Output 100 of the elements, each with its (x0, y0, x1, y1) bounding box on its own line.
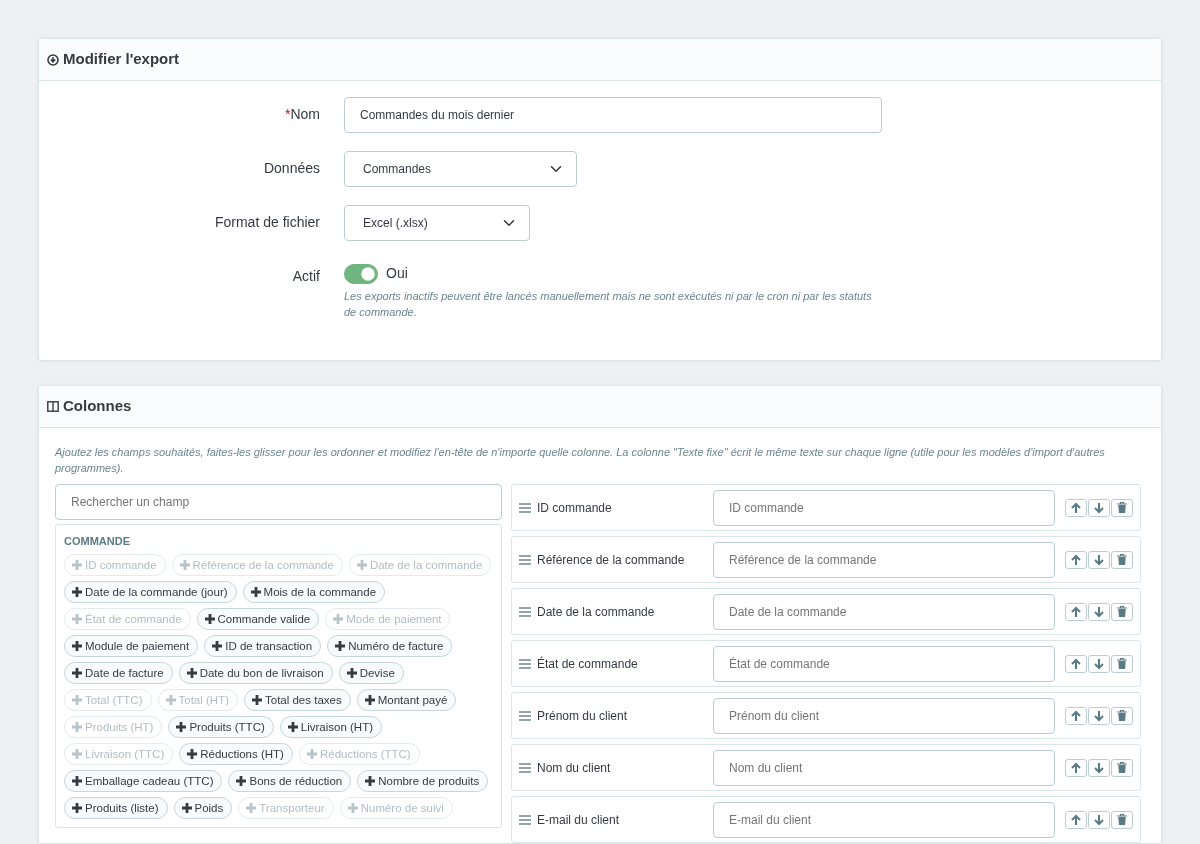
column-label: E-mail du client (537, 811, 621, 829)
move-up-button[interactable] (1065, 810, 1087, 829)
plus-icon (72, 559, 82, 570)
plus-icon (306, 748, 317, 759)
field-chip[interactable]: Commande valide (196, 607, 320, 630)
column-header-input[interactable]: Référence de la commande (713, 541, 1055, 578)
plus-icon (365, 775, 376, 786)
plus-icon (250, 586, 261, 597)
move-up-button[interactable] (1065, 498, 1087, 517)
column-label: ID commande (537, 499, 613, 517)
delete-button[interactable] (1111, 810, 1133, 829)
plus-icon (72, 721, 82, 732)
move-up-button[interactable] (1065, 706, 1087, 725)
delete-button[interactable] (1111, 498, 1133, 517)
plus-icon (246, 802, 257, 813)
delete-button[interactable] (1111, 602, 1133, 621)
field-chip[interactable]: Mois de la commande (242, 580, 386, 603)
plus-icon (287, 721, 298, 732)
search-field[interactable]: Rechercher un champ (55, 484, 502, 520)
column-header-input[interactable]: Date de la commande (713, 593, 1055, 630)
field-chip[interactable]: Nombre de produits (357, 769, 489, 792)
plus-icon (181, 802, 192, 813)
field-chip[interactable]: Numéro de facture (327, 634, 453, 657)
card-title: Modifier l'export (63, 49, 180, 70)
select-field[interactable]: Commandes (344, 151, 577, 187)
arrow-up-icon (1070, 553, 1082, 566)
move-down-button[interactable] (1088, 706, 1110, 725)
field-chip[interactable]: Réductions (HT) (179, 742, 293, 765)
move-down-button[interactable] (1088, 810, 1110, 829)
column-row[interactable]: E-mail du client E-mail du client (511, 796, 1141, 843)
field-label: Format de fichier (213, 213, 320, 232)
move-down-button[interactable] (1088, 498, 1110, 517)
field-chip[interactable]: Montant payé (356, 688, 457, 711)
drag-handle-icon (519, 710, 531, 721)
move-down-button[interactable] (1088, 550, 1110, 569)
plus-icon (72, 640, 82, 651)
arrow-down-icon (1093, 761, 1105, 774)
toggle-switch[interactable] (344, 263, 378, 284)
trash-icon (1117, 762, 1127, 773)
column-row[interactable]: Référence de la commande Référence de la commande (511, 536, 1141, 583)
description-text: Ajoutez les champs souhaités, faites-les glisser pour les ordonner et modifiez l'en-tête de n'importe quelle colonne. La colonne "Texte fixe" écrit le même texte sur chaque ligne (utile pour les modèles d'import d'autres programmes). (55, 445, 1106, 476)
move-up-button[interactable] (1065, 602, 1087, 621)
field-chip[interactable]: Date du bon de livraison (178, 661, 333, 684)
column-row[interactable]: Prénom du client Prénom du client (511, 692, 1141, 739)
help-text: Les exports inactifs peuvent être lancés manuellement mais ne sont exécutés ni par le cron ni par les statuts de commande. (344, 289, 873, 320)
column-header-input[interactable]: État de commande (713, 645, 1055, 682)
plus-icon (72, 694, 82, 705)
field-chip[interactable]: Date de la commande (jour) (64, 580, 237, 603)
plus-icon (72, 586, 82, 597)
plus-icon (252, 694, 262, 705)
trash-icon (1117, 710, 1127, 721)
column-row[interactable]: Nom du client Nom du client (511, 744, 1141, 791)
move-down-button[interactable] (1088, 758, 1110, 777)
move-up-button[interactable] (1065, 550, 1087, 569)
delete-button[interactable] (1111, 654, 1133, 673)
column-header-input[interactable]: ID commande (713, 489, 1055, 526)
download-icon (47, 53, 59, 66)
field-chip[interactable]: Date de facture (64, 661, 173, 684)
drag-handle-icon (519, 554, 531, 565)
plus-icon (72, 775, 82, 786)
drag-handle-icon (519, 502, 531, 513)
plus-icon (72, 667, 82, 678)
field-chip[interactable]: Bons de réduction (228, 769, 352, 792)
column-header-input[interactable]: Nom du client (713, 749, 1055, 786)
trash-icon (1117, 658, 1127, 669)
column-row[interactable]: État de commande État de commande (511, 640, 1141, 687)
move-down-button[interactable] (1088, 602, 1110, 621)
trash-icon (1117, 606, 1127, 617)
column-label: Nom du client (537, 759, 612, 777)
trash-icon (1117, 502, 1127, 513)
field-label: Actif (291, 267, 320, 286)
plus-icon (179, 559, 190, 570)
delete-button[interactable] (1111, 550, 1133, 569)
move-up-button[interactable] (1065, 654, 1087, 673)
field-chip[interactable]: Produits (TTC) (168, 715, 274, 738)
move-up-button[interactable] (1065, 758, 1087, 777)
plus-icon (176, 721, 187, 732)
field-chip[interactable]: Devise (338, 661, 404, 684)
column-header-input[interactable]: Prénom du client (713, 697, 1055, 734)
move-down-button[interactable] (1088, 654, 1110, 673)
field-chip[interactable]: Module de paiement (64, 634, 199, 657)
trash-icon (1117, 554, 1127, 565)
arrow-up-icon (1070, 813, 1082, 826)
select-field[interactable]: Excel (.xlsx) (344, 205, 530, 241)
field-chip[interactable]: Produits (liste) (64, 796, 168, 819)
name-input[interactable]: Commandes du mois dernier (344, 97, 882, 133)
field-chip[interactable]: Poids (173, 796, 233, 819)
column-header-input[interactable]: E-mail du client (713, 801, 1055, 838)
plus-icon (204, 613, 215, 624)
field-chip[interactable]: Livraison (HT) (279, 715, 382, 738)
field-chip[interactable]: ID de transaction (204, 634, 322, 657)
field-chip[interactable]: Emballage cadeau (TTC) (64, 769, 223, 792)
column-row[interactable]: ID commande ID commande (511, 484, 1141, 531)
delete-button[interactable] (1111, 758, 1133, 777)
delete-button[interactable] (1111, 706, 1133, 725)
field-chip[interactable]: Total des taxes (244, 688, 351, 711)
column-label: Prénom du client (537, 707, 629, 725)
plus-icon (364, 694, 375, 705)
column-row[interactable]: Date de la commande Date de la commande (511, 588, 1141, 635)
columns-icon (47, 401, 59, 412)
